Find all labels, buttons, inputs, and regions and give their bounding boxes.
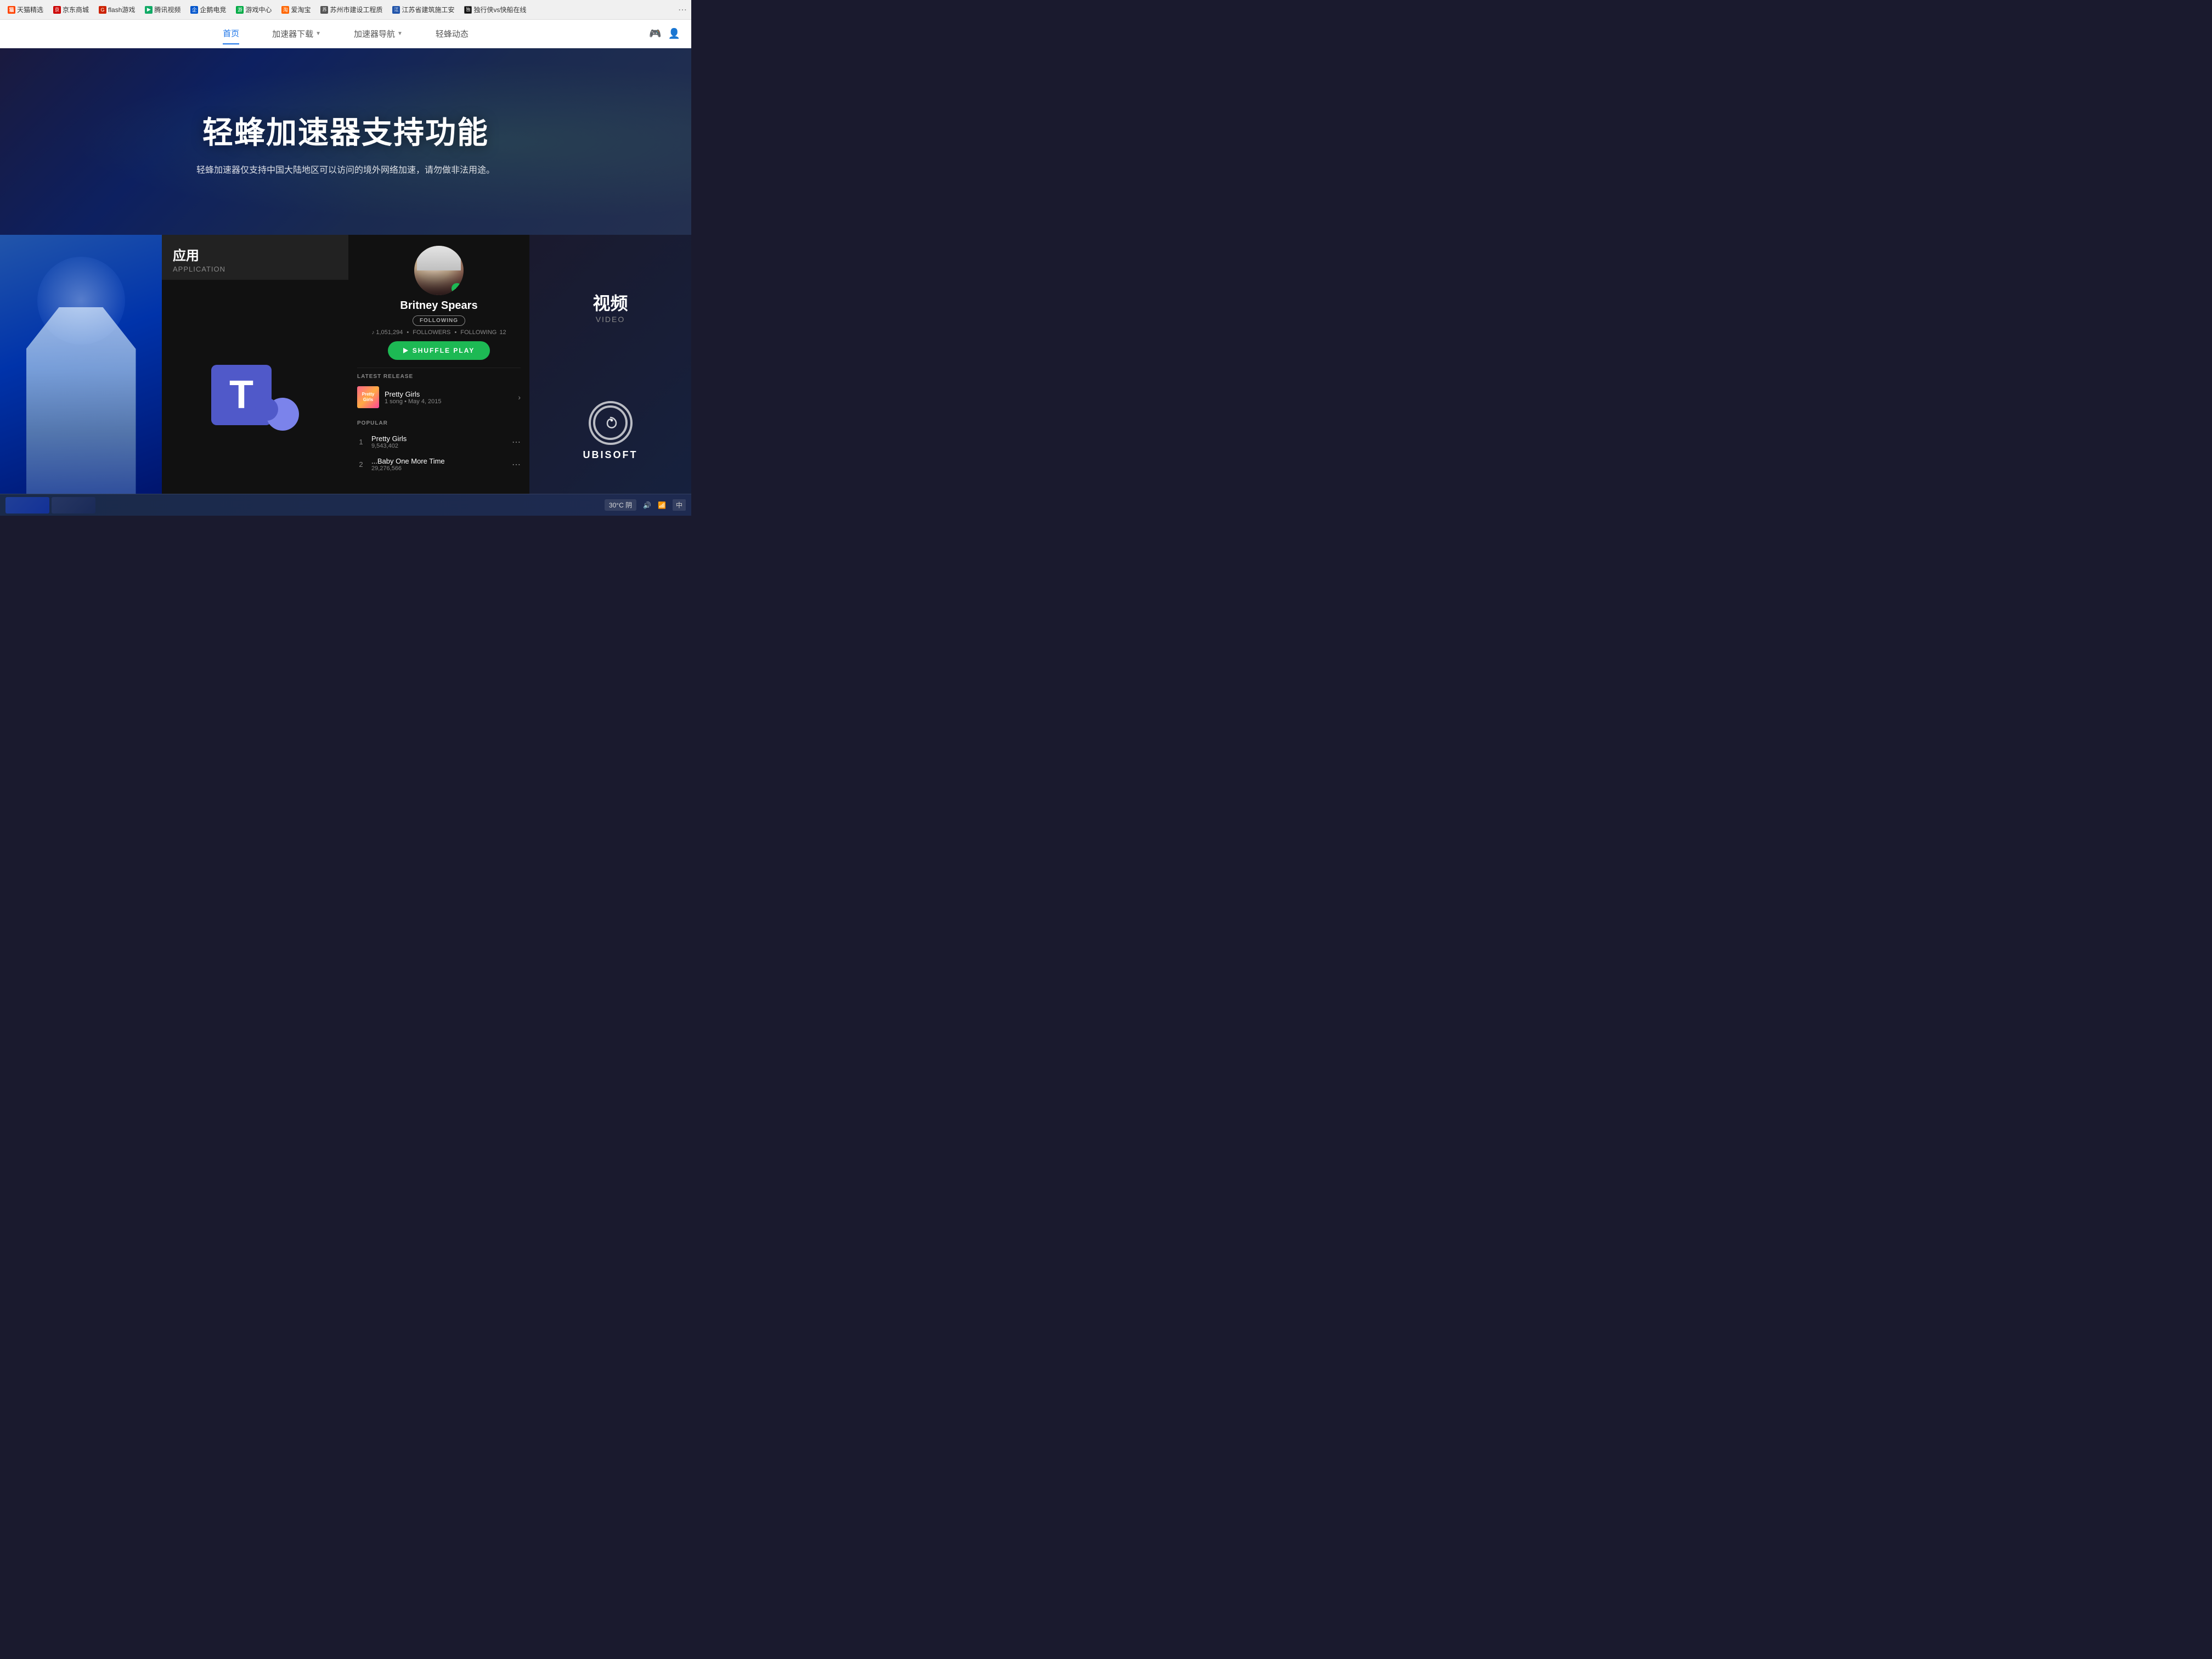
nav-navigation[interactable]: 加速器导航 ▼: [354, 24, 403, 44]
bookmark-tencent-video[interactable]: ▶ 腾讯视频: [142, 4, 184, 15]
character-figure: [26, 307, 136, 516]
bookmark-jd[interactable]: 京 京东商城: [50, 4, 92, 15]
chevron-down-icon: ▼: [397, 31, 403, 37]
popular-section: POPULAR 1 Pretty Girls 9,543,402 ⋯ 2 ...…: [357, 416, 521, 480]
hero-section: 轻蜂加速器支持功能 轻蜂加速器仅支持中国大陆地区可以访问的境外网络加速，请勿做非…: [0, 48, 691, 235]
note-icon: ♪: [371, 330, 374, 336]
track-more-icon-1[interactable]: ⋯: [512, 437, 521, 448]
game-image-panel: [0, 235, 162, 516]
teams-circle-small: [255, 398, 278, 421]
release-title: Pretty Girls: [385, 390, 512, 398]
video-label: 视频 VIDEO: [592, 290, 628, 324]
bookmark-penguin[interactable]: 企 企鹅电竞: [187, 4, 229, 15]
track-number-2: 2: [357, 460, 365, 469]
play-icon: [403, 348, 408, 353]
nav-download[interactable]: 加速器下载 ▼: [272, 24, 321, 44]
user-icon[interactable]: 👤: [668, 28, 680, 39]
nav-home[interactable]: 首页: [223, 23, 239, 44]
nav-dynamics[interactable]: 轻蜂动态: [436, 24, 469, 44]
release-artwork: PrettyGirls: [357, 386, 379, 408]
verified-badge: ✓: [452, 283, 462, 294]
bookmark-bar: 猫 天猫精选 京 京东商城 G flash游戏 ▶ 腾讯视频 企 企鹅电竞 游 …: [0, 0, 691, 20]
ubisoft-name: UBISOFT: [583, 449, 638, 461]
volume-icon[interactable]: 🔊: [643, 501, 651, 509]
teams-logo: T: [211, 365, 299, 431]
release-chevron-icon: ›: [518, 393, 521, 402]
latest-release-section: LATEST RELEASE PrettyGirls Pretty Girls …: [357, 368, 521, 416]
ubisoft-logo: [589, 401, 633, 445]
nav-bar: 首页 加速器下载 ▼ 加速器导航 ▼ 轻蜂动态 🎮 👤: [0, 20, 691, 48]
artist-name: Britney Spears: [400, 300, 477, 312]
game-character-illustration: [0, 235, 162, 516]
bookmark-jiangsu[interactable]: 江 江苏省建筑施工安: [389, 4, 458, 15]
content-area: 应用 APPLICATION T ✓ Britney Spears FOLLOW…: [0, 235, 691, 516]
separator: •: [407, 329, 409, 336]
release-info: Pretty Girls 1 song • May 4, 2015: [385, 390, 512, 405]
right-panel: 视频 VIDEO UBISOFT: [529, 235, 691, 516]
app-panel: 应用 APPLICATION T: [162, 235, 348, 516]
track-title-1: Pretty Girls: [371, 435, 505, 443]
taskbar: 30°C 阴 🔊 📶 中: [0, 494, 691, 516]
hero-subtitle: 轻蜂加速器仅支持中国大陆地区可以访问的境外网络加速，请勿做非法用途。: [196, 162, 495, 176]
app-panel-content: T: [162, 280, 348, 516]
following-badge[interactable]: FOLLOWING: [413, 315, 465, 326]
ubisoft-section: UBISOFT: [583, 401, 638, 461]
track-plays-1: 9,543,402: [371, 443, 505, 449]
app-panel-title-en: APPLICATION: [173, 265, 337, 273]
artist-avatar: ✓: [414, 246, 464, 295]
bookmark-tianmao[interactable]: 猫 天猫精选: [4, 4, 47, 15]
track-title-2: ...Baby One More Time: [371, 457, 505, 465]
track-number-1: 1: [357, 438, 365, 446]
track-info-2: ...Baby One More Time 29,276,566: [371, 457, 505, 472]
bookmark-game-center[interactable]: 游 游戏中心: [233, 4, 275, 15]
app-panel-header: 应用 APPLICATION: [162, 235, 348, 280]
ubisoft-swirl-icon: [602, 415, 619, 431]
hero-title: 轻蜂加速器支持功能: [202, 108, 489, 153]
network-icon[interactable]: 📶: [658, 501, 666, 509]
taskbar-left: [5, 497, 95, 514]
bookmark-flash[interactable]: G flash游戏: [95, 4, 138, 15]
track-more-icon-2[interactable]: ⋯: [512, 459, 521, 470]
track-plays-2: 29,276,566: [371, 465, 505, 472]
popular-label: POPULAR: [357, 420, 521, 426]
followers-info: ♪ 1,051,294 • FOLLOWERS • FOLLOWING 12: [371, 329, 506, 336]
track-row-2[interactable]: 2 ...Baby One More Time 29,276,566 ⋯: [357, 453, 521, 476]
more-bookmarks-icon[interactable]: ⋯: [678, 4, 687, 15]
temperature-display: 30°C 阴: [605, 499, 636, 511]
chevron-down-icon: ▼: [315, 31, 321, 37]
taskbar-thumbnail-2[interactable]: [52, 497, 95, 514]
release-item[interactable]: PrettyGirls Pretty Girls 1 song • May 4,…: [357, 384, 521, 410]
track-row-1[interactable]: 1 Pretty Girls 9,543,402 ⋯: [357, 431, 521, 453]
video-title-en: VIDEO: [592, 315, 628, 324]
bookmark-suzhou[interactable]: 苏 苏州市建设工程质: [317, 4, 386, 15]
video-title-zh: 视频: [592, 290, 628, 315]
spotify-panel: ✓ Britney Spears FOLLOWING ♪ 1,051,294 •…: [348, 235, 529, 516]
latest-release-label: LATEST RELEASE: [357, 374, 521, 380]
track-info-1: Pretty Girls 9,543,402: [371, 435, 505, 449]
bookmark-taobao[interactable]: 淘 爱淘宝: [278, 4, 314, 15]
release-meta: 1 song • May 4, 2015: [385, 398, 512, 405]
taskbar-right: 30°C 阴 🔊 📶 中: [605, 499, 686, 511]
game-icon[interactable]: 🎮: [649, 28, 661, 39]
language-indicator[interactable]: 中: [673, 499, 686, 511]
app-panel-title-zh: 应用: [173, 245, 337, 264]
separator2: •: [454, 329, 456, 336]
avatar-hair: [417, 246, 461, 270]
shuffle-play-button[interactable]: SHUFFLE PLAY: [388, 341, 490, 360]
bookmark-game-stream[interactable]: 独 独行侠vs快船在线: [461, 4, 529, 15]
nav-right-icons: 🎮 👤: [649, 28, 680, 40]
taskbar-thumbnail-1[interactable]: [5, 497, 49, 514]
